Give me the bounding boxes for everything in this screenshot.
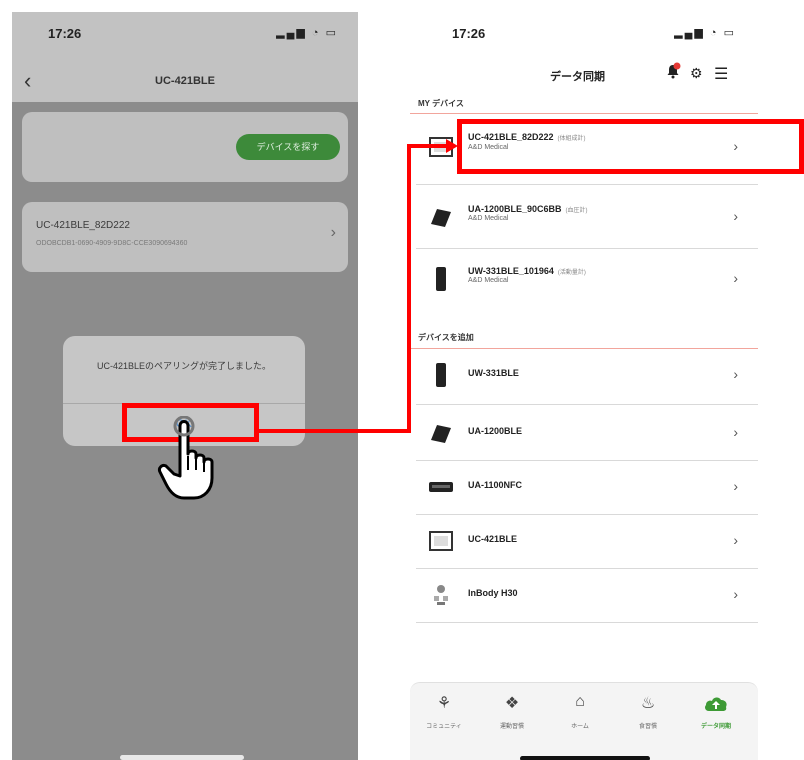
connector-arrow: [259, 139, 458, 433]
hand-pointer-icon: [158, 416, 214, 500]
device-highlight-box: [457, 119, 804, 174]
